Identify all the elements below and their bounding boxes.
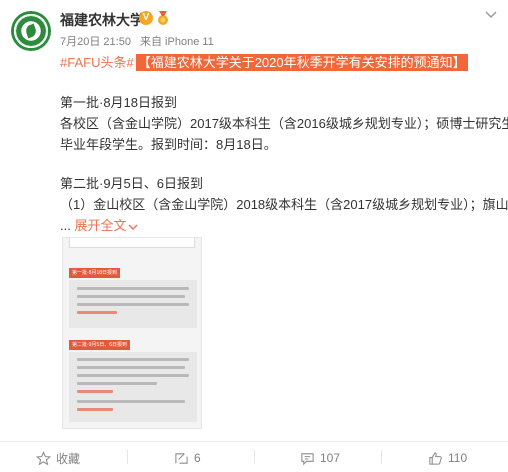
expand-line: ... 展开全文 xyxy=(60,215,508,236)
action-separator xyxy=(381,450,382,464)
image-text-line xyxy=(77,400,185,403)
user-nickname[interactable]: 福建农林大学 xyxy=(60,10,144,30)
paragraph-line: 各校区（含金山学院）2017级本科生（含2016级城乡规划专业）；硕博士研究生 xyxy=(60,116,508,131)
repost-button[interactable]: 6 xyxy=(174,449,201,467)
image-text-line xyxy=(77,303,189,306)
star-icon xyxy=(36,450,51,465)
expand-label: 展开全文 xyxy=(74,218,127,233)
post-meta: 7月20日 21:50 来自 iPhone 11 xyxy=(60,33,220,49)
comment-icon xyxy=(301,452,314,465)
repost-icon xyxy=(175,452,188,464)
image-top-bar xyxy=(69,238,195,248)
image-text-line xyxy=(77,287,189,290)
chevron-down-icon xyxy=(128,224,138,230)
image-section-header-1: 第一批·8月18日报到 xyxy=(69,268,121,278)
favorite-button[interactable]: 收藏 xyxy=(36,449,80,467)
image-text-line xyxy=(77,408,113,411)
hashtag-link[interactable]: #FAFU头条# xyxy=(60,55,134,70)
post-source: 来自 iPhone 11 xyxy=(140,36,214,48)
post-paragraph-2: 第二批·9月5日、6日报到 （1）金山校区（含金山学院）2018级本科生（含20… xyxy=(60,173,508,236)
weibo-post-card: 福建农林大学 V 7月20日 21:50 来自 iPhone 11 #FAFU头… xyxy=(0,0,508,472)
paragraph-line: 第一批·8月18日报到 xyxy=(60,95,178,110)
thumbs-up-icon xyxy=(429,451,442,465)
post-image-thumbnail[interactable]: 第一批·8月18日报到 第二批·9月5日、6日报到 xyxy=(62,237,202,429)
post-topic-line: #FAFU头条# 【福建农林大学关于2020年秋季开学有关安排的预通知】 xyxy=(60,52,468,71)
verified-badge-icon: V xyxy=(139,11,153,25)
image-text-line xyxy=(77,390,113,393)
action-bar-divider xyxy=(0,441,508,442)
image-text-line xyxy=(77,311,117,314)
like-count: 110 xyxy=(448,451,468,465)
repost-count: 6 xyxy=(194,451,201,465)
action-separator xyxy=(127,450,128,464)
image-text-line xyxy=(77,366,185,369)
avatar[interactable] xyxy=(11,11,51,51)
comment-button[interactable]: 107 xyxy=(300,449,340,467)
like-button[interactable]: 110 xyxy=(428,449,467,467)
image-section-header-2: 第二批·9月5日、6日报到 xyxy=(69,340,131,350)
image-text-line xyxy=(77,358,189,361)
ellipsis: ... xyxy=(60,218,71,233)
post-time[interactable]: 7月20日 21:50 xyxy=(60,36,131,48)
comment-count: 107 xyxy=(320,451,341,465)
action-separator xyxy=(254,450,255,464)
expand-full-text-link[interactable]: 展开全文 xyxy=(74,218,138,233)
chevron-down-icon[interactable] xyxy=(484,8,498,22)
post-paragraph-1: 第一批·8月18日报到 各校区（含金山学院）2017级本科生（含2016级城乡规… xyxy=(60,92,508,155)
paragraph-line: （1）金山校区（含金山学院）2018级本科生（含2017级城乡规划专业）；旗山 xyxy=(60,197,508,212)
image-text-box-2 xyxy=(69,352,197,422)
image-text-line xyxy=(77,295,185,298)
paragraph-line: 第二批·9月5日、6日报到 xyxy=(60,176,204,191)
favorite-label: 收藏 xyxy=(56,451,81,466)
image-text-line xyxy=(77,382,157,385)
medal-icon xyxy=(158,11,168,25)
post-headline: 【福建农林大学关于2020年秋季开学有关安排的预通知】 xyxy=(135,54,468,71)
paragraph-line: 毕业年段学生。报到时间：8月18日。 xyxy=(60,137,277,152)
image-text-line xyxy=(77,374,189,377)
